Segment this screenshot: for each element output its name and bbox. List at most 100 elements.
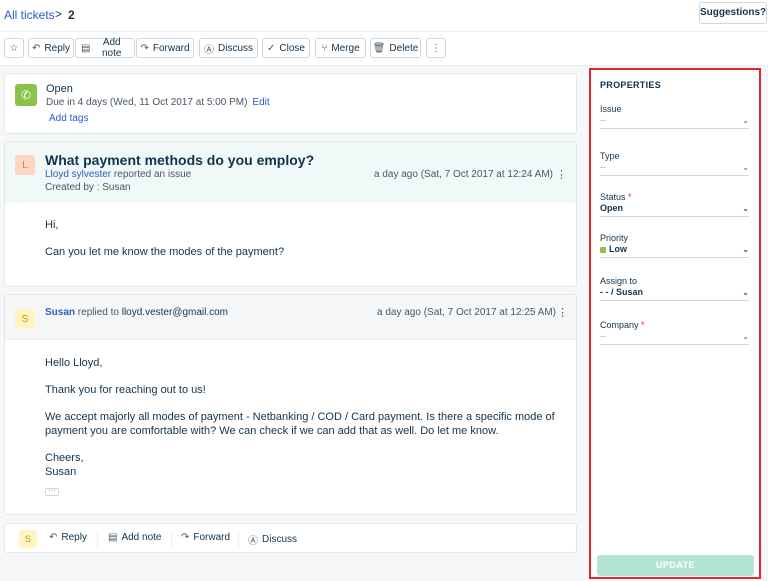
status-field: Status * Open ⌄ (600, 192, 749, 217)
company-value: -- (600, 331, 606, 341)
add-note-button[interactable]: ▤ Add note (75, 37, 135, 59)
status-select[interactable]: Open ⌄ (600, 203, 749, 217)
forward-button[interactable]: ↷ Forward (136, 38, 194, 58)
reply-more-icon[interactable]: ⋮ (557, 306, 568, 319)
edit-due-link[interactable]: Edit (252, 97, 269, 108)
divider (171, 531, 172, 547)
properties-title: PROPERTIES (600, 80, 662, 90)
discuss-button[interactable]: Ⓐ Discuss (199, 38, 258, 58)
reply-timestamp: a day ago (Sat, 7 Oct 2017 at 12:25 AM) (377, 307, 556, 318)
reply-signoff: Cheers, (45, 452, 84, 464)
ticket-subject: What payment methods do you employ? (45, 152, 315, 168)
reply-bar-reply-label: Reply (61, 532, 87, 543)
ticket-toolbar: ☆ ↶ Reply ▤ Add note ↷ Forward Ⓐ Discuss… (0, 32, 768, 66)
merge-label: Merge (331, 42, 360, 54)
discuss-icon: Ⓐ (248, 536, 258, 547)
replied-to-email: lloyd.vester@gmail.com (121, 307, 229, 318)
reply-body-line-2: payment you are comfortable with? We can… (45, 425, 499, 437)
update-button[interactable]: UPDATE (597, 555, 754, 576)
due-date: Due in 4 days (Wed, 11 Oct 2017 at 5:00 … (46, 97, 270, 108)
divider (238, 531, 239, 547)
replier-name-link[interactable]: Susan (45, 307, 75, 318)
reply-label: Reply (44, 42, 70, 54)
reply-action-bar: S ↶ Reply ▤ Add note ↷ Forward Ⓐ Discuss (4, 523, 577, 553)
company-select[interactable]: -- ⌄ (600, 331, 749, 345)
check-circle-icon: ✓ (267, 42, 276, 54)
discuss-label: Discuss (218, 42, 254, 54)
close-button[interactable]: ✓ Close (262, 38, 310, 58)
star-icon: ☆ (9, 42, 19, 54)
reply-button[interactable]: ↶ Reply (28, 38, 74, 58)
issue-field: Issue -- ⌄ (600, 104, 749, 129)
chevron-down-icon: ⌄ (742, 204, 749, 213)
required-mark: * (628, 192, 632, 202)
status-label-text: Status (600, 192, 626, 202)
priority-value: Low (609, 244, 627, 254)
priority-color-dot (600, 246, 606, 253)
note-icon: ▤ (108, 532, 118, 543)
issue-card: L What payment methods do you employ? Ll… (4, 141, 577, 287)
issue-select[interactable]: -- ⌄ (600, 115, 749, 129)
chevron-down-icon: ⌄ (742, 332, 749, 341)
chevron-down-icon: ⌄ (742, 116, 749, 125)
reply-bar-add-note-button[interactable]: ▤ Add note (108, 532, 162, 543)
discuss-icon: Ⓐ (204, 44, 214, 56)
avatar: S (19, 530, 37, 548)
assign-field: Assign to - - / Susan ⌄ (600, 276, 749, 301)
merge-button[interactable]: ⑂ Merge (315, 38, 366, 58)
replied-line: Susan replied to lloyd.vester@gmail.com (45, 307, 228, 318)
type-value: -- (600, 162, 606, 172)
reporter-action: reported an issue (113, 169, 192, 180)
replied-action: replied to (77, 307, 119, 318)
issue-line-1: Hi, (45, 219, 59, 231)
reply-card: S Susan replied to lloyd.vester@gmail.co… (4, 294, 577, 515)
status-label: Status * (600, 192, 749, 202)
suggestions-button[interactable]: Suggestions? (699, 2, 767, 24)
reply-bar-forward-button[interactable]: ↷ Forward (181, 532, 230, 543)
ticket-status: Open (46, 83, 73, 95)
reply-body-line-1: We accept majorly all modes of payment -… (45, 411, 555, 423)
breadcrumb-ticket-number: 2 (68, 8, 75, 22)
trash-icon: 🗑 (372, 42, 386, 54)
type-select[interactable]: -- ⌄ (600, 162, 749, 176)
delete-button[interactable]: 🗑 Delete (370, 38, 421, 58)
add-tags-link[interactable]: Add tags (49, 113, 88, 124)
issue-timestamp: a day ago (Sat, 7 Oct 2017 at 12:24 AM) (374, 169, 553, 180)
type-label: Type (600, 151, 620, 161)
chevron-down-icon: ⌄ (742, 288, 749, 297)
breadcrumb-separator: > (55, 7, 63, 21)
more-vertical-icon: ⋮ (431, 42, 441, 54)
priority-field: Priority Low ⌄ (600, 233, 749, 258)
reply-bar-reply-button[interactable]: ↶ Reply (49, 532, 87, 543)
assign-label: Assign to (600, 276, 638, 286)
merge-icon: ⑂ (321, 42, 328, 54)
reply-bar-discuss-button[interactable]: Ⓐ Discuss (248, 532, 297, 547)
assign-select[interactable]: - - / Susan ⌄ (600, 287, 749, 301)
issue-line-2: Can you let me know the modes of the pay… (45, 246, 285, 258)
company-label-text: Company (600, 320, 639, 330)
issue-more-icon[interactable]: ⋮ (556, 168, 567, 181)
reporter-name-link[interactable]: Lloyd sylvester (45, 169, 111, 180)
reporter-line: Lloyd sylvester reported an issue (45, 169, 191, 180)
more-actions-button[interactable]: ⋮ (426, 38, 446, 58)
due-date-text: Due in 4 days (Wed, 11 Oct 2017 at 5:00 … (46, 97, 248, 108)
forward-icon: ↷ (140, 42, 149, 54)
reply-bar-forward-label: Forward (193, 532, 231, 543)
phone-icon: ✆ (15, 84, 37, 106)
note-icon: ▤ (81, 42, 91, 54)
assign-value: - - / Susan (600, 287, 644, 297)
priority-select[interactable]: Low ⌄ (600, 244, 749, 258)
chevron-down-icon: ⌄ (742, 163, 749, 172)
divider (97, 531, 98, 547)
reply-header: S Susan replied to lloyd.vester@gmail.co… (5, 295, 576, 340)
star-button[interactable]: ☆ (4, 38, 24, 58)
delete-label: Delete (389, 42, 419, 54)
properties-panel: PROPERTIES Issue -- ⌄ Type -- ⌄ Status *… (589, 68, 761, 579)
show-quoted-button[interactable]: ··· (45, 487, 59, 496)
issue-label: Issue (600, 104, 622, 114)
close-label: Close (279, 42, 305, 54)
forward-label: Forward (152, 42, 190, 54)
priority-label: Priority (600, 233, 629, 243)
reply-thanks: Thank you for reaching out to us! (45, 384, 206, 396)
breadcrumb-all-tickets[interactable]: All tickets (4, 8, 55, 22)
